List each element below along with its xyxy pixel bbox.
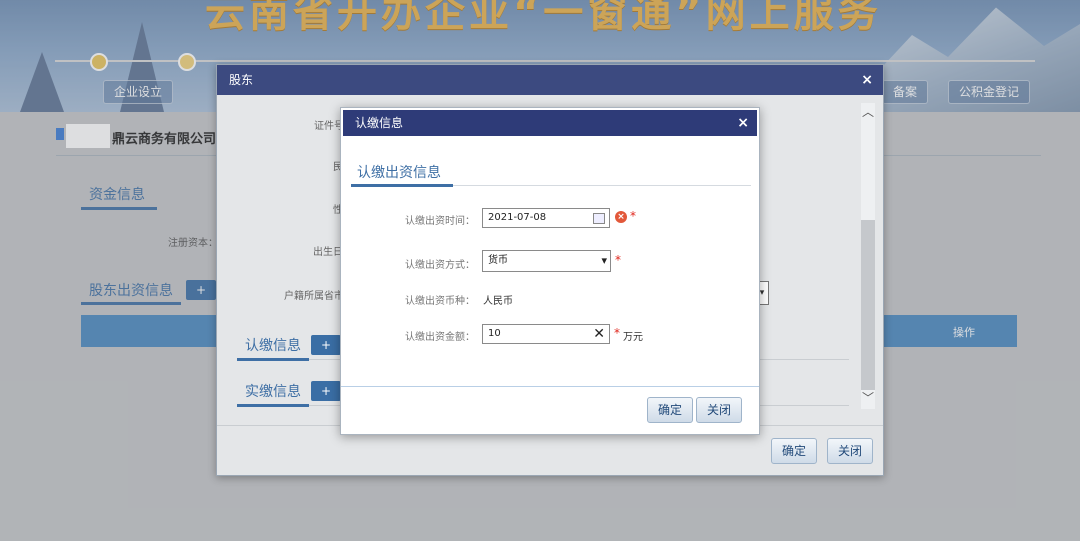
household-province-label: 户籍所属省市	[284, 291, 344, 302]
shareholder-dialog-title: 股东	[229, 73, 254, 87]
scroll-thumb[interactable]	[861, 220, 875, 390]
subscribe-confirm-button[interactable]: 确定	[647, 397, 694, 423]
subscribe-time-input[interactable]: 2021-07-08	[482, 208, 610, 228]
error-icon: ×	[615, 211, 627, 223]
subscribe-dialog: 认缴信息 × 认缴出资信息 认缴出资时间： 2021-07-08 × * 认缴出…	[340, 107, 760, 435]
required-mark: *	[630, 209, 636, 223]
section-paid-info: 实缴信息	[245, 384, 301, 400]
subscribe-dialog-title: 认缴信息	[355, 116, 404, 130]
add-subscribe-button[interactable]: +	[311, 335, 341, 355]
subscribe-time-value: 2021-07-08	[488, 212, 547, 223]
shareholder-close-button[interactable]: 关闭	[827, 438, 874, 464]
birth-date-label: 出生日	[313, 247, 343, 258]
subscribe-dialog-header: 认缴信息 ×	[343, 110, 757, 136]
subscribe-time-label: 认缴出资时间：	[405, 216, 475, 227]
subscribe-amount-label: 认缴出资金额：	[405, 332, 475, 343]
required-mark: *	[615, 253, 621, 267]
chevron-down-icon[interactable]: ﹀	[861, 391, 875, 405]
divider	[341, 386, 759, 387]
section-subscribe-info: 认缴信息	[245, 338, 301, 354]
divider	[453, 185, 751, 186]
subscribe-close-button[interactable]: 关闭	[696, 397, 743, 423]
close-icon[interactable]: ×	[861, 65, 873, 95]
subscribe-method-select[interactable]: 货币 ▾	[482, 250, 611, 272]
calendar-icon[interactable]	[593, 213, 605, 224]
section-underline	[237, 358, 309, 361]
subscribe-method-label: 认缴出资方式：	[405, 260, 475, 271]
tab-subscribe-contrib[interactable]: 认缴出资信息	[357, 162, 441, 182]
close-icon[interactable]: ×	[737, 110, 749, 136]
subscribe-amount-input[interactable]: 10 ✕	[482, 324, 610, 344]
tab-underline	[351, 184, 453, 187]
subscribe-method-value: 货币	[488, 255, 508, 266]
shareholder-dialog-header: 股东 ×	[217, 65, 883, 95]
scrollbar[interactable]: ︿ ﹀	[861, 103, 875, 409]
section-underline	[237, 404, 309, 407]
required-mark: *	[614, 326, 620, 340]
subscribe-currency-value: 人民币	[483, 296, 513, 307]
chevron-down-icon: ▾	[601, 254, 607, 267]
shareholder-confirm-button[interactable]: 确定	[771, 438, 818, 464]
subscribe-amount-value: 10	[488, 328, 501, 339]
clear-icon[interactable]: ✕	[593, 325, 605, 343]
subscribe-currency-label: 认缴出资币种：	[405, 296, 475, 307]
chevron-up-icon[interactable]: ︿	[861, 105, 875, 119]
amount-unit: 万元	[623, 332, 643, 343]
add-paid-button[interactable]: +	[311, 381, 341, 401]
